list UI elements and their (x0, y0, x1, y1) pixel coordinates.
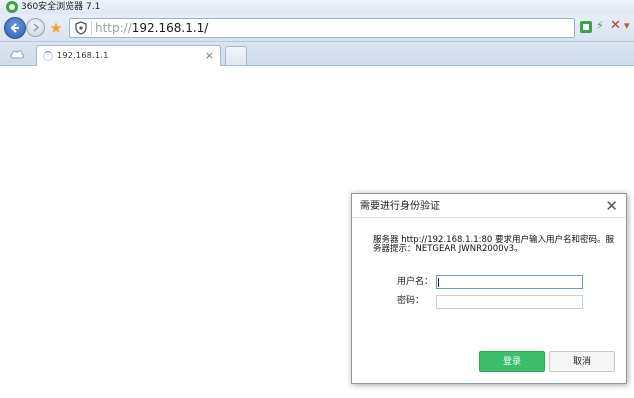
arrow-right-icon (33, 23, 40, 32)
shield-icon (75, 21, 87, 35)
cancel-button[interactable]: 取消 (549, 351, 615, 372)
tab-active[interactable]: 192.168.1.1 × (36, 45, 221, 66)
window-title: 360安全浏览器 7.1 (21, 2, 101, 12)
password-label: 密码： (397, 296, 425, 306)
password-input[interactable] (436, 295, 583, 309)
dialog-close-icon[interactable]: ✕ (605, 197, 618, 215)
navigation-bar: ★ http://192.168.1.1/ ⚡ ✕ ▾ (0, 14, 634, 42)
title-bar: 360安全浏览器 7.1 (0, 0, 634, 14)
back-button[interactable] (4, 17, 26, 39)
dialog-divider (352, 217, 626, 218)
tab-bar: 192.168.1.1 × (0, 42, 634, 66)
login-button[interactable]: 登录 (479, 351, 545, 372)
loading-spinner-icon (43, 51, 53, 61)
dropdown-arrow-icon[interactable]: ▾ (624, 18, 630, 34)
browser-logo-icon (6, 1, 18, 13)
stop-icon[interactable]: ✕ (610, 18, 621, 34)
tab-label: 192.168.1.1 (57, 51, 109, 60)
url-text[interactable]: http://192.168.1.1/ (95, 21, 208, 36)
qr-code-icon[interactable] (580, 21, 592, 33)
address-bar[interactable]: http://192.168.1.1/ (69, 18, 575, 38)
arrow-left-icon (10, 23, 19, 33)
text-caret (438, 278, 439, 287)
dialog-title: 需要进行身份验证 (360, 201, 440, 212)
url-host: 192.168.1.1/ (131, 21, 209, 35)
username-label: 用户名： (397, 277, 434, 287)
tab-close-icon[interactable]: × (205, 49, 214, 62)
url-prefix: http:// (95, 21, 132, 35)
auth-dialog: 需要进行身份验证 ✕ 服务器 http://192.168.1.1:80 要求用… (351, 193, 627, 384)
username-input[interactable] (436, 275, 583, 289)
forward-button[interactable] (26, 18, 45, 37)
favorite-star-icon[interactable]: ★ (48, 20, 64, 36)
address-separator (91, 21, 92, 35)
speed-mode-icon[interactable]: ⚡ (596, 19, 604, 33)
new-tab-button[interactable] (225, 46, 247, 65)
dialog-message: 服务器 http://192.168.1.1:80 要求用户输入用户名和密码。服… (373, 235, 614, 254)
cloud-icon[interactable] (9, 47, 25, 59)
